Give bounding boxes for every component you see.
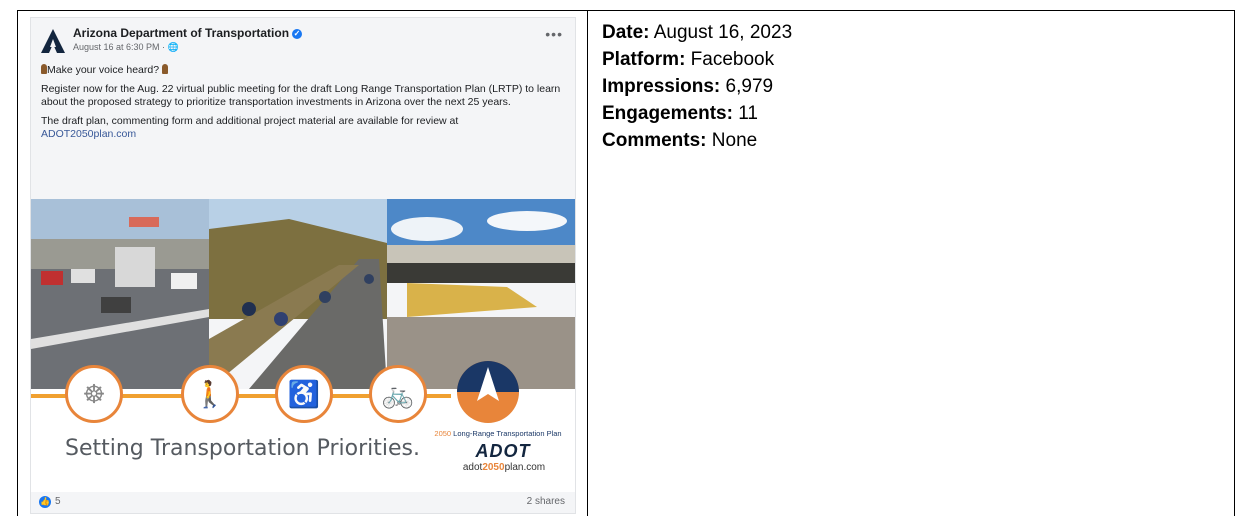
plan-label-year: 2050 [434,429,452,438]
post-header: Arizona Department of Transportation ✓ Au… [39,24,567,64]
cyclists-photo [209,199,387,389]
stat-engagements: Engagements: 11 [602,103,758,124]
post-body: Make your voice heard? Register now for … [41,64,569,141]
plan-url-year: 2050 [482,462,505,473]
stat-impressions: Impressions: 6,979 [602,76,774,97]
post-cell: Arizona Department of Transportation ✓ Au… [17,10,588,516]
plan-link[interactable]: ADOT2050plan.com [41,128,136,140]
steering-wheel-icon: ☸ [65,365,123,423]
banner-title: Setting Transportation Priorities. [65,436,420,461]
globe-icon: 🌐 [167,42,179,52]
facebook-post: Arizona Department of Transportation ✓ Au… [30,17,576,514]
plan-label-text: Long-Range Transportation Plan [451,429,562,438]
highway-photo [31,199,209,389]
accessibility-icon: ♿ [275,365,333,423]
adot-logo-icon[interactable] [39,27,67,55]
pedestrian-icon: 🚶 [181,365,239,423]
post-footer: 👍 5 2 shares [31,494,575,514]
page-name[interactable]: Arizona Department of Transportation [73,26,289,40]
bicycle-icon: 🚲 [369,365,427,423]
plan-url-prefix: adot [462,462,483,473]
share-count[interactable]: 2 shares [527,496,565,507]
post-timestamp[interactable]: August 16 at 6:30 PM · [73,42,168,52]
plan-logo-icon [457,361,519,423]
verified-icon: ✓ [292,28,303,39]
document-table: Arizona Department of Transportation ✓ Au… [0,0,1251,516]
post-stats: Date: August 16, 2023 Platform: Facebook… [602,19,792,154]
microphone-icon [161,64,168,74]
plan-url-suffix: plan.com [504,462,546,473]
stat-comments: Comments: None [602,130,758,151]
adot-wordmark: ADOT [475,441,531,461]
post-paragraph-1: Register now for the Aug. 22 virtual pub… [41,83,561,108]
post-image[interactable]: ☸ 🚶 ♿ 🚲 2050 Long-Range Transportation P… [31,199,575,492]
post-tagline: Make your voice heard? [47,64,160,76]
stat-date: Date: August 16, 2023 [602,22,793,43]
like-icon[interactable]: 👍 [39,496,51,508]
stat-platform: Platform: Facebook [602,49,775,70]
post-paragraph-2: The draft plan, commenting form and addi… [41,115,459,127]
like-count[interactable]: 5 [55,496,61,507]
more-icon[interactable]: ••• [545,26,563,42]
stats-cell: Date: August 16, 2023 Platform: Facebook… [588,10,1235,516]
